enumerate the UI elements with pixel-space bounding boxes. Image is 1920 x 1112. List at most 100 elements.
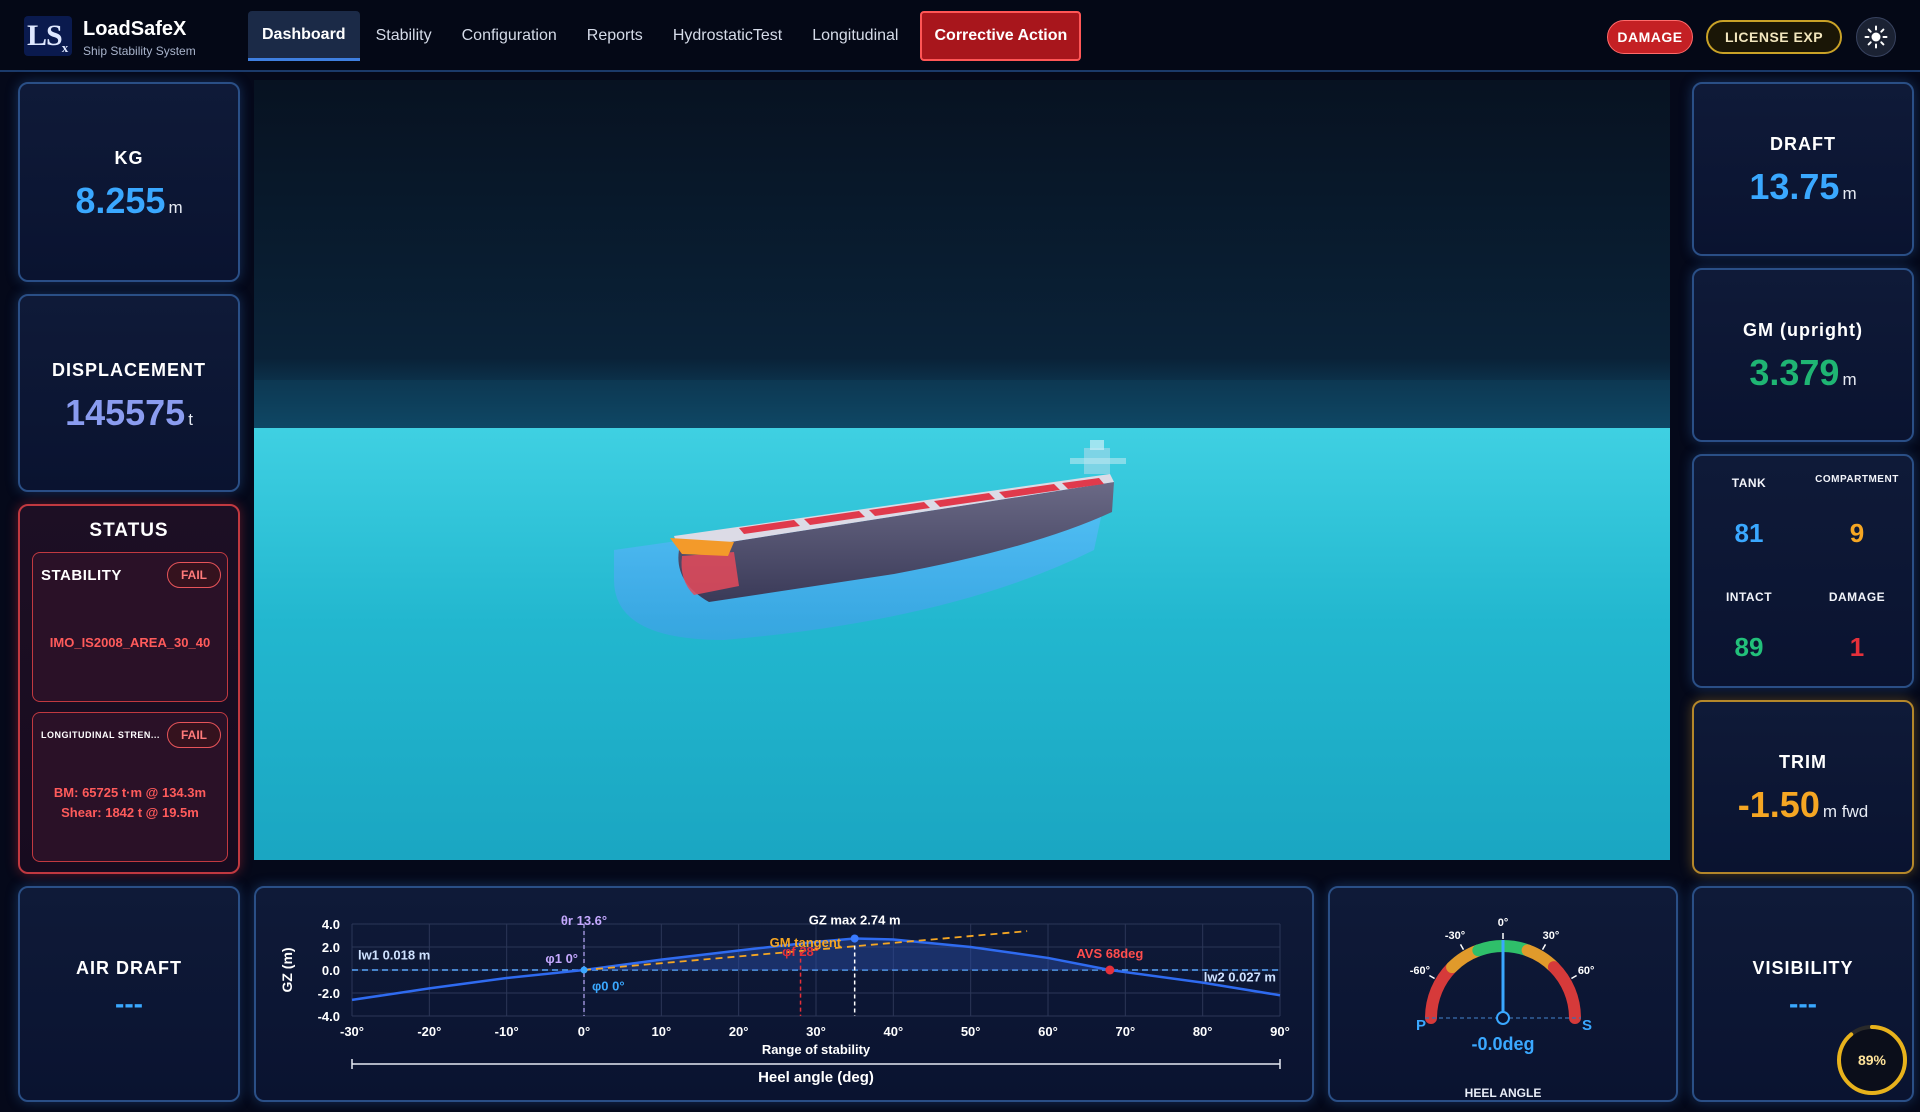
air-draft-card: AIR DRAFT --- xyxy=(18,886,240,1102)
kg-title: KG xyxy=(114,148,144,168)
tank-label: TANK xyxy=(1731,476,1767,490)
ship-3d-view[interactable] xyxy=(254,80,1670,860)
displacement-title: DISPLACEMENT xyxy=(51,360,206,380)
tab-configuration[interactable]: Configuration xyxy=(448,11,571,61)
heel-readout: -0.0deg xyxy=(1471,1034,1535,1054)
gz-annotation: θr 13.6° xyxy=(561,913,607,928)
gm-value: 3.379 m xyxy=(1749,352,1857,393)
visibility-progress-label: 89% xyxy=(1858,1052,1887,1068)
bending-moment-readout: BM: 65725 t·m @ 134.3m xyxy=(53,785,207,800)
visibility-value: --- xyxy=(1789,988,1817,1019)
tab-hydrostatic-test[interactable]: HydrostaticTest xyxy=(659,11,796,61)
longitudinal-fail-badge: FAIL xyxy=(167,722,221,748)
gz-x-tick-label: 60° xyxy=(1038,1024,1058,1039)
gz-annotation: GZ max 2.74 m xyxy=(809,912,901,927)
avs-point xyxy=(1105,965,1115,975)
gz-x-tick-label: 90° xyxy=(1270,1024,1290,1039)
heel-tick xyxy=(1459,944,1465,950)
heel-tick xyxy=(1571,974,1577,980)
gz-x-tick-label: 10° xyxy=(651,1024,671,1039)
gz-y-tick-label: 2.0 xyxy=(322,940,340,955)
trim-title: TRIM xyxy=(1779,752,1827,772)
intact-count: 89 xyxy=(1734,632,1764,662)
heel-tick-label: 60° xyxy=(1578,965,1595,977)
gz-curve-panel: 4.0 2.0 0.0 -2.0 -4.0 -30° -20° -10° 0° 10° 20° 30°… xyxy=(254,886,1314,1102)
visibility-card: VISIBILITY --- 89% xyxy=(1692,886,1914,1102)
longitudinal-status-panel[interactable]: LONGITUDINAL STREN... FAIL BM: 65725 t·m… xyxy=(32,712,228,862)
heel-tick xyxy=(1429,974,1435,980)
displacement-value: 145575 t xyxy=(65,392,193,433)
gz-x-tick-label: 50° xyxy=(961,1024,981,1039)
license-badge[interactable]: LICENSE EXP xyxy=(1706,20,1842,54)
trim-card: TRIM -1.50 m fwd xyxy=(1692,700,1914,874)
top-bar: LSx LoadSafeX Ship Stability System Dash… xyxy=(0,0,1920,72)
gz-chart[interactable]: 4.0 2.0 0.0 -2.0 -4.0-30° -20° -10° 0° 10° 20° 30°… xyxy=(256,888,1312,1100)
gz-max-point xyxy=(850,934,859,943)
origin-point xyxy=(580,966,588,974)
gz-range-label: Range of stability xyxy=(762,1042,871,1057)
gz-y-tick-label: -4.0 xyxy=(318,1009,340,1024)
gm-tangent-label: GM tangent xyxy=(770,935,842,950)
tab-longitudinal[interactable]: Longitudinal xyxy=(798,11,912,61)
heel-angle-panel: -60° -30° 0° 30° 60° P S -0.0deg HEEL ANGLE xyxy=(1328,886,1678,1102)
draft-title: DRAFT xyxy=(1770,134,1836,154)
status-card: STATUS STABILITY FAIL IMO_IS2008_AREA_30… xyxy=(18,504,240,874)
ship-scene-canvas xyxy=(254,80,1670,860)
air-draft-value: --- xyxy=(115,988,143,1019)
stability-status-panel[interactable]: STABILITY FAIL IMO_IS2008_AREA_30_40 xyxy=(32,552,228,702)
gz-annotation: lw2 0.027 m xyxy=(1204,970,1276,985)
gm-card: GM (upright) 3.379 m xyxy=(1692,268,1914,442)
logo: LSx xyxy=(24,16,72,56)
gz-x-tick-label: 0° xyxy=(578,1024,590,1039)
damage-label: DAMAGE xyxy=(1828,590,1886,604)
tank-summary-card: TANK COMPARTMENT 81 9 INTACT DAMAGE 89 1 xyxy=(1692,454,1914,688)
gz-x-tick-label: 70° xyxy=(1115,1024,1135,1039)
gz-x-tick-label: -10° xyxy=(495,1024,519,1039)
air-draft-title: AIR DRAFT xyxy=(76,958,182,978)
theme-toggle-button[interactable] xyxy=(1856,17,1896,57)
gz-annotation: φ1 0° xyxy=(545,951,578,966)
heel-tick-label: -30° xyxy=(1445,930,1465,942)
draft-value: 13.75 m xyxy=(1749,166,1857,207)
visibility-progress-ring: 89% xyxy=(1837,1025,1907,1095)
brand-name: LoadSafeX xyxy=(83,18,187,40)
status-title: STATUS xyxy=(89,520,169,541)
stability-fail-badge: FAIL xyxy=(167,562,221,588)
kg-card: KG 8.255 m xyxy=(18,82,240,282)
heel-needle-hub xyxy=(1496,1011,1510,1025)
heel-tick-label: 0° xyxy=(1498,917,1509,929)
tab-reports[interactable]: Reports xyxy=(573,11,657,61)
gz-y-axis-label: GZ (m) xyxy=(279,947,295,992)
damage-count: 1 xyxy=(1849,632,1865,662)
compartment-count: 9 xyxy=(1849,518,1865,548)
port-label: P xyxy=(1416,1017,1426,1034)
intact-label: INTACT xyxy=(1725,590,1773,604)
damage-badge[interactable]: DAMAGE xyxy=(1607,20,1693,54)
gz-y-tick-label: -2.0 xyxy=(318,986,340,1001)
trim-value: -1.50 m fwd xyxy=(1737,784,1869,825)
gz-x-tick-label: -30° xyxy=(340,1024,364,1039)
gz-x-tick-label: 30° xyxy=(806,1024,826,1039)
tank-count: 81 xyxy=(1734,518,1764,548)
heel-tick-label: 30° xyxy=(1543,930,1560,942)
kg-value: 8.255 m xyxy=(75,180,183,221)
gz-positive-area xyxy=(584,938,1110,970)
heel-gauge: -60° -30° 0° 30° 60° P S xyxy=(1410,917,1595,1034)
gauge-danger-stbd-segment xyxy=(1547,961,1581,1024)
gz-x-tick-label: -20° xyxy=(417,1024,441,1039)
gz-annotation: AVS 68deg xyxy=(1076,946,1143,961)
gz-x-tick-label: 80° xyxy=(1193,1024,1213,1039)
tab-dashboard[interactable]: Dashboard xyxy=(248,11,360,61)
draft-card: DRAFT 13.75 m xyxy=(1692,82,1914,256)
gm-title: GM (upright) xyxy=(1743,320,1863,340)
gz-annotation: lw1 0.018 m xyxy=(358,948,430,963)
corrective-action-button[interactable]: Corrective Action xyxy=(920,11,1082,61)
visibility-title: VISIBILITY xyxy=(1752,958,1854,978)
stability-status-label: STABILITY xyxy=(41,567,122,584)
tab-stability[interactable]: Stability xyxy=(362,11,446,61)
sun-icon xyxy=(1864,25,1888,49)
main-nav: Dashboard Stability Configuration Report… xyxy=(248,11,1083,61)
shear-readout: Shear: 1842 t @ 19.5m xyxy=(61,805,199,820)
gz-y-tick-label: 4.0 xyxy=(322,917,340,932)
brand-subtitle: Ship Stability System xyxy=(83,44,196,58)
